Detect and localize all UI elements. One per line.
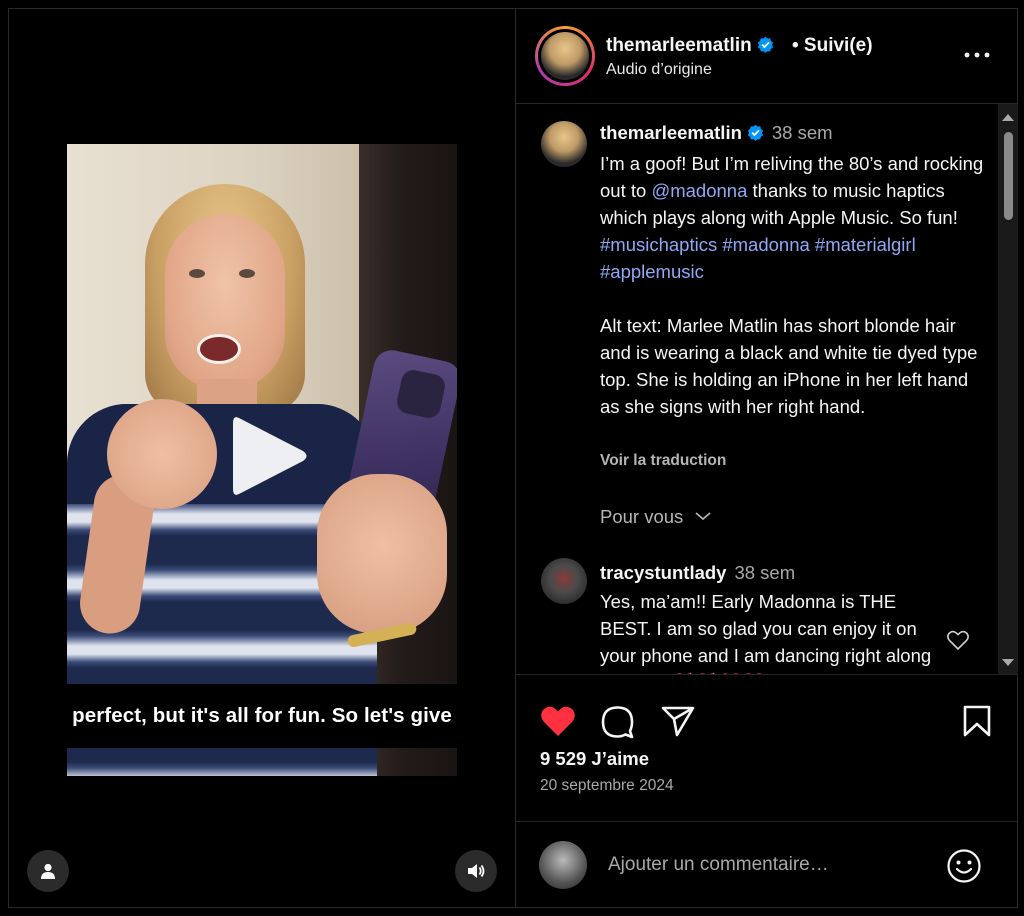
play-icon[interactable]	[217, 406, 317, 506]
comment-header: tracystuntlady 38 sem	[600, 562, 795, 584]
user-icon	[41, 863, 55, 879]
post-details-pane: themarleematlin • Suivi(e) Audio d’origi…	[515, 9, 1018, 907]
emoji-icon[interactable]	[946, 848, 982, 884]
comment-time: 38 sem	[734, 562, 796, 583]
comment-like-icon[interactable]	[946, 629, 970, 651]
author-username-row[interactable]: themarleematlin	[606, 35, 774, 57]
story-ring[interactable]	[535, 26, 595, 86]
person-eye-right	[239, 269, 255, 278]
caption-time: 38 sem	[771, 122, 833, 143]
comment-composer: Ajouter un commentaire…	[516, 821, 1018, 908]
avatar	[541, 32, 589, 80]
author-username[interactable]: themarleematlin	[606, 35, 752, 56]
scrollbar[interactable]	[998, 104, 1018, 674]
comment-avatar[interactable]	[541, 558, 587, 604]
comment-icon[interactable]	[600, 704, 636, 740]
comment-text: Yes, ma’am!! Early Madonna is THE BEST. …	[600, 591, 932, 674]
alt-text: Alt text: Marlee Matlin has short blonde…	[600, 315, 978, 417]
person-holding-hand	[317, 474, 447, 634]
caption-text: I’m a goof! But I’m reliving the 80’s an…	[600, 150, 985, 420]
follow-status-button[interactable]: • Suivi(e)	[792, 35, 873, 57]
caption-username[interactable]: themarleematlin	[600, 122, 742, 143]
person-eye-left	[189, 269, 205, 278]
scrollbar-thumb[interactable]	[1004, 132, 1013, 220]
subtitle-band: perfect, but it's all for fun. So let's …	[9, 684, 515, 748]
speaker-icon	[468, 864, 485, 878]
hashtag-links[interactable]: #musichaptics #madonna #materialgirl #ap…	[600, 234, 916, 282]
video-subtitle: perfect, but it's all for fun. So let's …	[72, 704, 452, 727]
share-icon[interactable]	[660, 704, 696, 738]
person-mouth	[197, 334, 241, 364]
post-date: 20 septembre 2024	[540, 777, 674, 794]
mention-link[interactable]: @madonna	[651, 180, 747, 201]
comment-filter-dropdown[interactable]: Pour vous	[600, 506, 712, 528]
comment-filter-label: Pour vous	[600, 506, 684, 527]
post-dialog: perfect, but it's all for fun. So let's …	[8, 8, 1018, 908]
caption-header: themarleematlin 38 sem	[600, 122, 833, 144]
verified-badge-icon	[747, 124, 763, 141]
like-heart-icon[interactable]	[539, 704, 577, 738]
see-translation-link[interactable]: Voir la traduction	[600, 452, 726, 470]
like-count[interactable]: 9 529 J’aime	[540, 748, 649, 770]
comment-username[interactable]: tracystuntlady	[600, 562, 726, 583]
scroll-up-icon[interactable]	[998, 110, 1018, 124]
caption-avatar[interactable]	[541, 121, 587, 167]
sound-toggle-button[interactable]	[455, 850, 497, 892]
more-icon[interactable]	[962, 43, 992, 67]
add-comment-input[interactable]: Ajouter un commentaire…	[608, 854, 829, 876]
bookmark-icon[interactable]	[962, 704, 992, 738]
post-header: themarleematlin • Suivi(e) Audio d’origi…	[516, 9, 1018, 104]
current-user-avatar	[539, 841, 587, 889]
video-pane: perfect, but it's all for fun. So let's …	[9, 9, 515, 907]
verified-badge-icon	[757, 36, 773, 53]
comments-scroll-area[interactable]: themarleematlin 38 sem I’m a goof! But I’…	[516, 104, 996, 674]
user-tag-button[interactable]	[27, 850, 69, 892]
audio-label[interactable]: Audio d’origine	[606, 61, 712, 79]
reel-video[interactable]	[67, 144, 457, 776]
scroll-down-icon[interactable]	[998, 656, 1018, 670]
chevron-down-icon	[695, 512, 712, 521]
person-signing-hand	[107, 399, 217, 509]
